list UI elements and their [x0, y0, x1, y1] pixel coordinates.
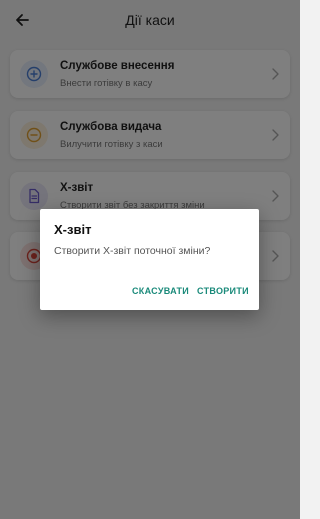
create-button[interactable]: СТВОРИТИ	[197, 286, 249, 296]
x-report-dialog: X-звіт Створити X-звіт поточної зміни? С…	[40, 209, 259, 310]
dialog-message: Створити X-звіт поточної зміни?	[54, 245, 211, 257]
cancel-button[interactable]: СКАСУВАТИ	[132, 286, 189, 296]
dialog-title: X-звіт	[54, 222, 92, 237]
